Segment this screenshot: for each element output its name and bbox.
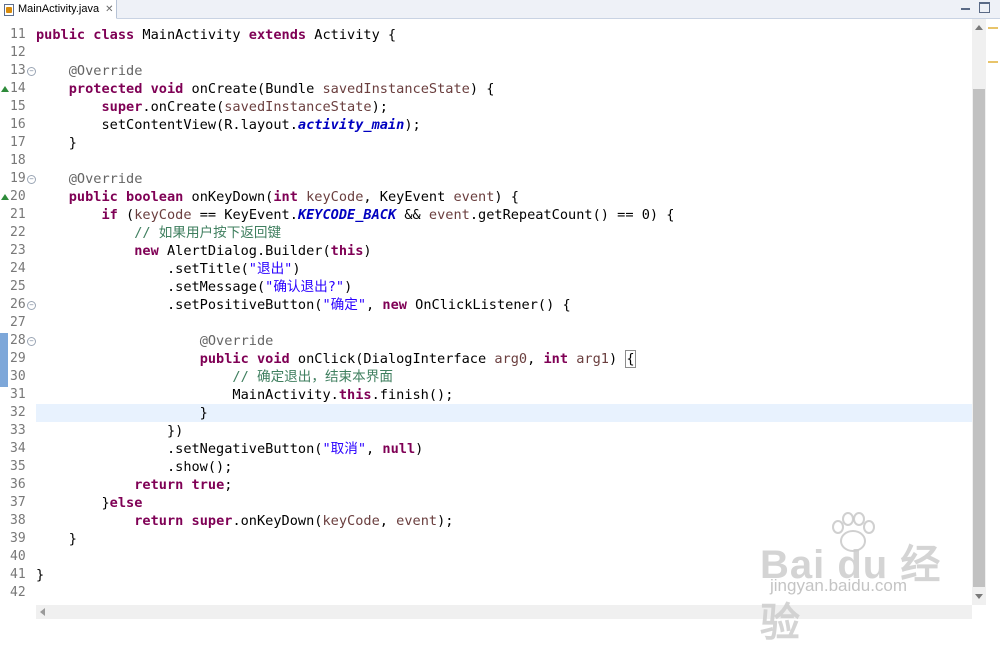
code-line[interactable]: } — [36, 530, 77, 548]
code-line[interactable]: setContentView(R.layout.activity_main); — [36, 116, 420, 134]
scroll-down-arrow-icon[interactable] — [975, 594, 983, 599]
fold-toggle-icon[interactable]: − — [27, 67, 36, 76]
line-number: 39 — [10, 531, 26, 546]
code-line[interactable]: .setPositiveButton("确定", new OnClickList… — [36, 296, 571, 314]
code-line[interactable]: @Override — [36, 170, 143, 188]
code-line[interactable]: }else — [36, 494, 142, 512]
line-number: 38 — [10, 513, 26, 528]
warning-marker[interactable] — [988, 27, 998, 29]
maximize-icon[interactable] — [979, 2, 990, 13]
line-number: 29 — [10, 351, 26, 366]
code-line[interactable]: MainActivity.this.finish(); — [36, 386, 453, 404]
code-line[interactable]: new AlertDialog.Builder(this) — [36, 242, 371, 260]
override-marker-icon[interactable] — [1, 194, 9, 200]
editor-tab-bar: MainActivity.java ✕ — [0, 0, 1000, 19]
override-marker-icon[interactable] — [1, 86, 9, 92]
scroll-left-arrow-icon[interactable] — [40, 608, 45, 616]
fold-toggle-icon[interactable]: − — [27, 175, 36, 184]
line-number: 33 — [10, 423, 26, 438]
line-number: 32 — [10, 405, 26, 420]
line-number: 34 — [10, 441, 26, 456]
code-line[interactable]: public boolean onKeyDown(int keyCode, Ke… — [36, 188, 519, 206]
line-number: 40 — [10, 549, 26, 564]
line-number: 25 — [10, 279, 26, 294]
line-number: 37 — [10, 495, 26, 510]
code-line[interactable]: if (keyCode == KeyEvent.KEYCODE_BACK && … — [36, 206, 674, 224]
code-line[interactable]: return true; — [36, 476, 232, 494]
vertical-scrollbar[interactable] — [972, 19, 986, 605]
code-line[interactable]: public void onClick(DialogInterface arg0… — [36, 350, 636, 368]
close-icon[interactable]: ✕ — [105, 4, 113, 15]
code-line[interactable]: } — [36, 134, 77, 152]
line-number: 36 — [10, 477, 26, 492]
overview-ruler[interactable] — [986, 19, 1000, 605]
code-line[interactable]: .setTitle("退出") — [36, 260, 301, 278]
line-number: 15 — [10, 99, 26, 114]
code-line[interactable]: public class MainActivity extends Activi… — [36, 26, 396, 44]
line-number: 24 — [10, 261, 26, 276]
code-line[interactable]: return super.onKeyDown(keyCode, event); — [36, 512, 453, 530]
code-line[interactable]: .setMessage("确认退出?") — [36, 278, 352, 296]
code-line[interactable]: .show(); — [36, 458, 232, 476]
line-number: 12 — [10, 45, 26, 60]
line-number: 35 — [10, 459, 26, 474]
line-number: 30 — [10, 369, 26, 384]
line-number: 27 — [10, 315, 26, 330]
scrollbar-thumb[interactable] — [973, 89, 985, 587]
code-line[interactable]: } — [36, 404, 208, 422]
warning-marker[interactable] — [988, 61, 998, 63]
fold-toggle-icon[interactable]: − — [27, 301, 36, 310]
minimize-icon[interactable] — [960, 2, 972, 12]
code-line[interactable]: } — [36, 566, 44, 584]
line-number: 41 — [10, 567, 26, 582]
code-line[interactable]: @Override — [36, 332, 274, 350]
line-number: 14 — [10, 81, 26, 96]
line-number: 31 — [10, 387, 26, 402]
line-number: 18 — [10, 153, 26, 168]
line-number: 42 — [10, 585, 26, 600]
tab-label: MainActivity.java — [18, 3, 100, 15]
code-line[interactable]: }) — [36, 422, 183, 440]
line-number: 11 — [10, 27, 26, 42]
line-number: 23 — [10, 243, 26, 258]
line-number: 22 — [10, 225, 26, 240]
fold-toggle-icon[interactable]: − — [27, 337, 36, 346]
code-line[interactable]: protected void onCreate(Bundle savedInst… — [36, 80, 495, 98]
change-marker — [0, 333, 8, 387]
tab-mainactivity[interactable]: MainActivity.java ✕ — [0, 0, 117, 19]
code-line[interactable]: // 确定退出，结束本界面 — [36, 368, 393, 386]
horizontal-scrollbar[interactable] — [36, 605, 972, 619]
code-line[interactable]: super.onCreate(savedInstanceState); — [36, 98, 387, 116]
code-editor[interactable]: 11 public class MainActivity extends Acti… — [0, 19, 972, 605]
scroll-up-arrow-icon[interactable] — [975, 25, 983, 30]
java-file-icon — [4, 3, 14, 16]
line-number: 16 — [10, 117, 26, 132]
code-line[interactable]: @Override — [36, 62, 143, 80]
code-line[interactable]: .setNegativeButton("取消", null) — [36, 440, 423, 458]
code-line[interactable]: // 如果用户按下返回键 — [36, 224, 281, 242]
line-number: 21 — [10, 207, 26, 222]
line-number: 20 — [10, 189, 26, 204]
line-number: 17 — [10, 135, 26, 150]
